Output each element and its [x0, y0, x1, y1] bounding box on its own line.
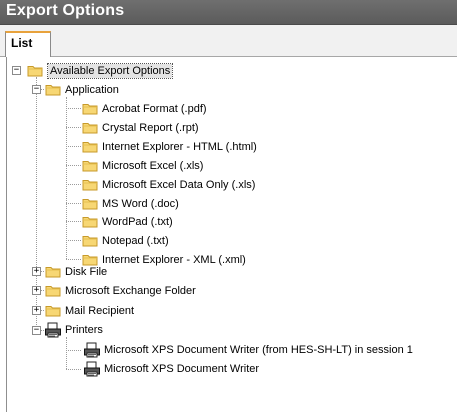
export-options-tree: − Available Export Options − Application… — [6, 57, 457, 412]
tree-connector — [66, 165, 81, 166]
tree-node-notepad[interactable]: Notepad (.txt) — [102, 234, 169, 248]
tree-node-wordpad[interactable]: WordPad (.txt) — [102, 215, 173, 229]
mail-recipient-expand-toggle[interactable]: + — [32, 306, 41, 315]
tree-node-mail-recipient[interactable]: Mail Recipient — [65, 304, 134, 318]
tree-connector — [66, 240, 81, 241]
exchange-folder-expand-toggle[interactable]: + — [32, 286, 41, 295]
application-collapse-toggle[interactable]: − — [32, 85, 41, 94]
tree-connector — [66, 127, 81, 128]
folder-icon — [82, 159, 98, 172]
printers-collapse-toggle[interactable]: − — [32, 326, 41, 335]
folder-icon — [82, 178, 98, 191]
tree-node-xls-data-only[interactable]: Microsoft Excel Data Only (.xls) — [102, 178, 255, 192]
tree-node-html[interactable]: Internet Explorer - HTML (.html) — [102, 140, 257, 154]
root-collapse-toggle[interactable]: − — [12, 66, 21, 75]
folder-icon — [82, 121, 98, 134]
window-title: Export Options — [6, 2, 125, 19]
window-titlebar: Export Options — [0, 0, 457, 25]
tree-node-disk-file[interactable]: Disk File — [65, 265, 107, 279]
folder-icon — [45, 265, 61, 278]
tree-node-printers[interactable]: Printers — [65, 323, 103, 337]
tab-list-label: List — [11, 36, 33, 50]
tab-list[interactable]: List — [5, 31, 51, 57]
tree-connector — [66, 146, 81, 147]
tree-node-doc[interactable]: MS Word (.doc) — [102, 197, 179, 211]
tree-connector — [66, 203, 81, 204]
folder-icon — [82, 215, 98, 228]
folder-icon — [45, 284, 61, 297]
folder-icon — [82, 197, 98, 210]
tree-connector — [66, 108, 81, 109]
tree-connector — [66, 337, 67, 369]
tree-node-xls[interactable]: Microsoft Excel (.xls) — [102, 159, 203, 173]
tree-node-xps-session[interactable]: Microsoft XPS Document Writer (from HES-… — [104, 343, 413, 357]
tree-connector — [66, 259, 81, 260]
printer-icon — [44, 322, 62, 338]
tree-node-application[interactable]: Application — [65, 83, 119, 97]
tree-node-xml[interactable]: Internet Explorer - XML (.xml) — [102, 253, 246, 267]
folder-icon — [82, 102, 98, 115]
folder-icon — [27, 64, 43, 77]
tree-node-xps[interactable]: Microsoft XPS Document Writer — [104, 362, 259, 376]
tree-node-root[interactable]: Available Export Options — [46, 63, 174, 79]
tree-node-rpt[interactable]: Crystal Report (.rpt) — [102, 121, 199, 135]
folder-icon — [45, 304, 61, 317]
folder-icon — [82, 234, 98, 247]
tab-strip: List — [0, 25, 457, 57]
tree-connector — [66, 184, 81, 185]
tree-connector — [66, 369, 81, 370]
disk-file-expand-toggle[interactable]: + — [32, 267, 41, 276]
tree-connector — [66, 221, 81, 222]
folder-icon — [82, 140, 98, 153]
printer-icon — [83, 342, 101, 358]
printer-icon — [83, 361, 101, 377]
tree-node-exchange-folder[interactable]: Microsoft Exchange Folder — [65, 284, 196, 298]
folder-icon — [45, 83, 61, 96]
tree-connector — [66, 350, 81, 351]
tree-connector — [66, 97, 67, 259]
tree-node-pdf[interactable]: Acrobat Format (.pdf) — [102, 102, 207, 116]
